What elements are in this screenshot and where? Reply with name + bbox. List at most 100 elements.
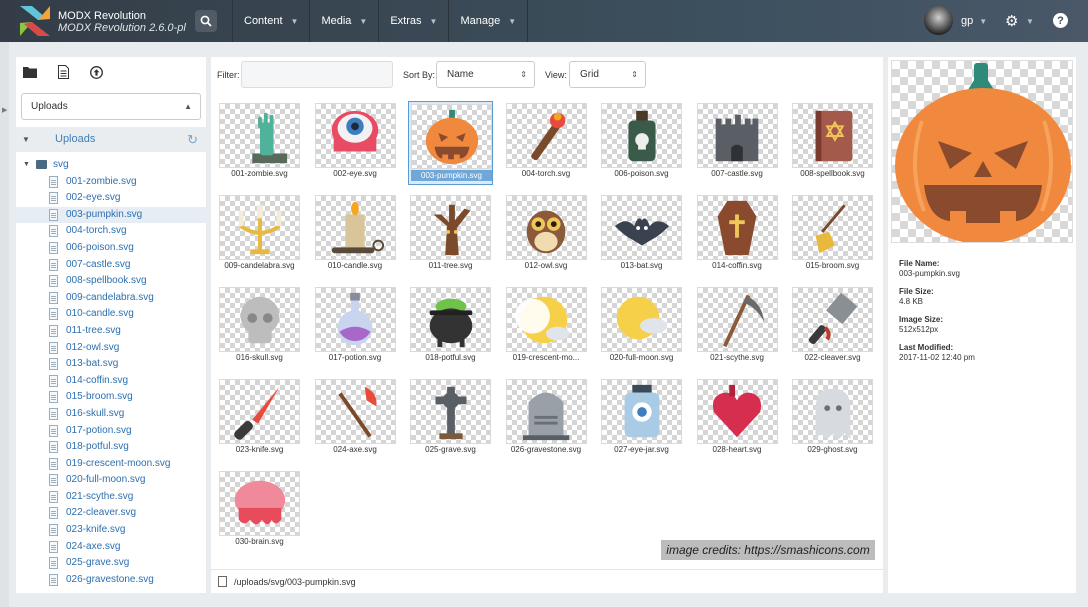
thumbnail-tile[interactable]: 022-cleaver.svg	[790, 285, 875, 369]
tree-file-item[interactable]: 003-pumpkin.svg	[16, 206, 206, 224]
tree-file-item[interactable]: 008-spellbook.svg	[16, 273, 206, 290]
chevron-down-icon[interactable]: ▼	[1026, 17, 1034, 26]
collapse-sidebar-handle[interactable]: ▶	[0, 42, 9, 607]
thumbnail-tile[interactable]: 012-owl.svg	[504, 193, 589, 277]
thumbnail-image	[696, 103, 778, 168]
gear-icon[interactable]: ⚙	[1005, 12, 1018, 30]
refresh-icon[interactable]: ↻	[187, 127, 198, 152]
tree-file-item[interactable]: 013-bat.svg	[16, 356, 206, 373]
tree-file-item[interactable]: 012-owl.svg	[16, 340, 206, 357]
nav-extras[interactable]: Extras ▼	[378, 0, 448, 42]
file-icon	[49, 175, 58, 188]
new-file-icon[interactable]	[55, 64, 71, 80]
thumbnail-tile[interactable]: 023-knife.svg	[217, 377, 302, 461]
copy-path-icon[interactable]	[218, 576, 227, 587]
tree-file-item[interactable]: 017-potion.svg	[16, 423, 206, 440]
sort-select[interactable]: Name ⇕	[436, 61, 535, 88]
tree-file-item[interactable]: 001-zombie.svg	[16, 174, 206, 191]
tree-file-item[interactable]: 007-castle.svg	[16, 257, 206, 274]
tree-file-item[interactable]: 002-eye.svg	[16, 190, 206, 207]
nav-manage[interactable]: Manage ▼	[448, 0, 529, 42]
tree-file-item[interactable]: 019-crescent-moon.svg	[16, 456, 206, 473]
expand-icon[interactable]: ▼	[23, 157, 30, 174]
thumbnail-caption: 030-brain.svg	[235, 537, 284, 546]
thumbnail-tile[interactable]: 019-crescent-mo...	[504, 285, 589, 369]
file-icon	[49, 424, 58, 437]
thumbnail-caption: 010-candle.svg	[327, 261, 383, 270]
nav-media[interactable]: Media ▼	[309, 0, 378, 42]
tree-file-label: 007-castle.svg	[66, 258, 131, 270]
tree-file-label: 009-candelabra.svg	[66, 291, 154, 303]
thumbnail-tile[interactable]: 011-tree.svg	[408, 193, 493, 277]
media-source-select[interactable]: Uploads ▲	[21, 93, 201, 120]
tree-root-header[interactable]: ▼ Uploads ↻	[16, 127, 206, 152]
tree-folder-svg[interactable]: ▼ svg	[16, 157, 206, 174]
app-name: MODX Revolution	[58, 10, 147, 22]
filter-input[interactable]	[241, 61, 393, 88]
tree-file-label: 012-owl.svg	[66, 341, 120, 353]
thumbnail-tile[interactable]: 030-brain.svg	[217, 469, 302, 553]
upload-icon[interactable]	[88, 64, 104, 80]
thumbnail-tile[interactable]: 017-potion.svg	[313, 285, 398, 369]
tree-file-item[interactable]: 023-knife.svg	[16, 522, 206, 539]
nav-content[interactable]: Content ▼	[232, 0, 309, 42]
thumbnail-tile[interactable]: 024-axe.svg	[313, 377, 398, 461]
tree-file-item[interactable]: 006-poison.svg	[16, 240, 206, 257]
view-select[interactable]: Grid ⇕	[569, 61, 646, 88]
tree-file-item[interactable]: 018-potful.svg	[16, 439, 206, 456]
thumbnail-tile[interactable]: 002-eye.svg	[313, 101, 398, 185]
thumbnail-tile[interactable]: 028-heart.svg	[695, 377, 780, 461]
thumbnail-tile[interactable]: 027-eye-jar.svg	[599, 377, 684, 461]
thumbnail-tile[interactable]: 020-full-moon.svg	[599, 285, 684, 369]
thumbnail-tile[interactable]: 003-pumpkin.svg	[408, 101, 493, 185]
user-menu[interactable]: gp ▼	[961, 15, 987, 27]
file-icon	[49, 573, 58, 586]
brand[interactable]: MODX Revolution MODX Revolution 2.6.0-pl	[58, 10, 186, 34]
tree-file-item[interactable]: 014-coffin.svg	[16, 373, 206, 390]
tree-file-item[interactable]: 016-skull.svg	[16, 406, 206, 423]
thumbnail-tile[interactable]: 006-poison.svg	[599, 101, 684, 185]
new-folder-icon[interactable]	[22, 64, 38, 80]
collapse-icon[interactable]: ▼	[22, 127, 30, 152]
thumbnail-tile[interactable]: 016-skull.svg	[217, 285, 302, 369]
tree-file-item[interactable]: 009-candelabra.svg	[16, 290, 206, 307]
tree-file-item[interactable]: 021-scythe.svg	[16, 489, 206, 506]
thumbnail-tile[interactable]: 010-candle.svg	[313, 193, 398, 277]
thumbnail-tile[interactable]: 004-torch.svg	[504, 101, 589, 185]
view-value: Grid	[580, 69, 599, 80]
thumbnail-tile[interactable]: 007-castle.svg	[695, 101, 780, 185]
thumbnail-tile[interactable]: 008-spellbook.svg	[790, 101, 875, 185]
thumbnail-tile[interactable]: 001-zombie.svg	[217, 101, 302, 185]
tree-file-item[interactable]: 026-gravestone.svg	[16, 572, 206, 589]
thumbnail-tile[interactable]: 014-coffin.svg	[695, 193, 780, 277]
tree-file-item[interactable]: 010-candle.svg	[16, 306, 206, 323]
spellbook-icon	[815, 110, 852, 161]
tree-file-item[interactable]: 004-torch.svg	[16, 223, 206, 240]
avatar[interactable]	[924, 6, 953, 35]
thumbnail-tile[interactable]: 009-candelabra.svg	[217, 193, 302, 277]
thumbnail-caption: 022-cleaver.svg	[804, 353, 861, 362]
thumbnail-image	[314, 379, 396, 444]
potion-icon	[337, 292, 373, 345]
sort-label: Sort By:	[403, 70, 436, 80]
skull-icon	[240, 296, 279, 343]
tree-file-item[interactable]: 011-tree.svg	[16, 323, 206, 340]
thumbnail-tile[interactable]: 013-bat.svg	[599, 193, 684, 277]
thumbnail-tile[interactable]: 025-grave.svg	[408, 377, 493, 461]
thumbnail-tile[interactable]: 029-ghost.svg	[790, 377, 875, 461]
tree-file-item[interactable]: 022-cleaver.svg	[16, 505, 206, 522]
help-icon[interactable]: ?	[1053, 13, 1068, 28]
bat-icon	[614, 217, 669, 245]
thumbnail-tile[interactable]: 026-gravestone.svg	[504, 377, 589, 461]
thumbnail-caption: 016-skull.svg	[236, 353, 283, 362]
tree-file-item[interactable]: 015-broom.svg	[16, 389, 206, 406]
thumbnail-tile[interactable]: 021-scythe.svg	[695, 285, 780, 369]
modx-logo-icon[interactable]	[20, 6, 50, 36]
file-icon	[49, 258, 58, 271]
thumbnail-tile[interactable]: 018-potful.svg	[408, 285, 493, 369]
search-button[interactable]	[195, 10, 217, 32]
tree-file-item[interactable]: 024-axe.svg	[16, 539, 206, 556]
tree-file-item[interactable]: 020-full-moon.svg	[16, 472, 206, 489]
thumbnail-tile[interactable]: 015-broom.svg	[790, 193, 875, 277]
tree-file-item[interactable]: 025-grave.svg	[16, 555, 206, 572]
